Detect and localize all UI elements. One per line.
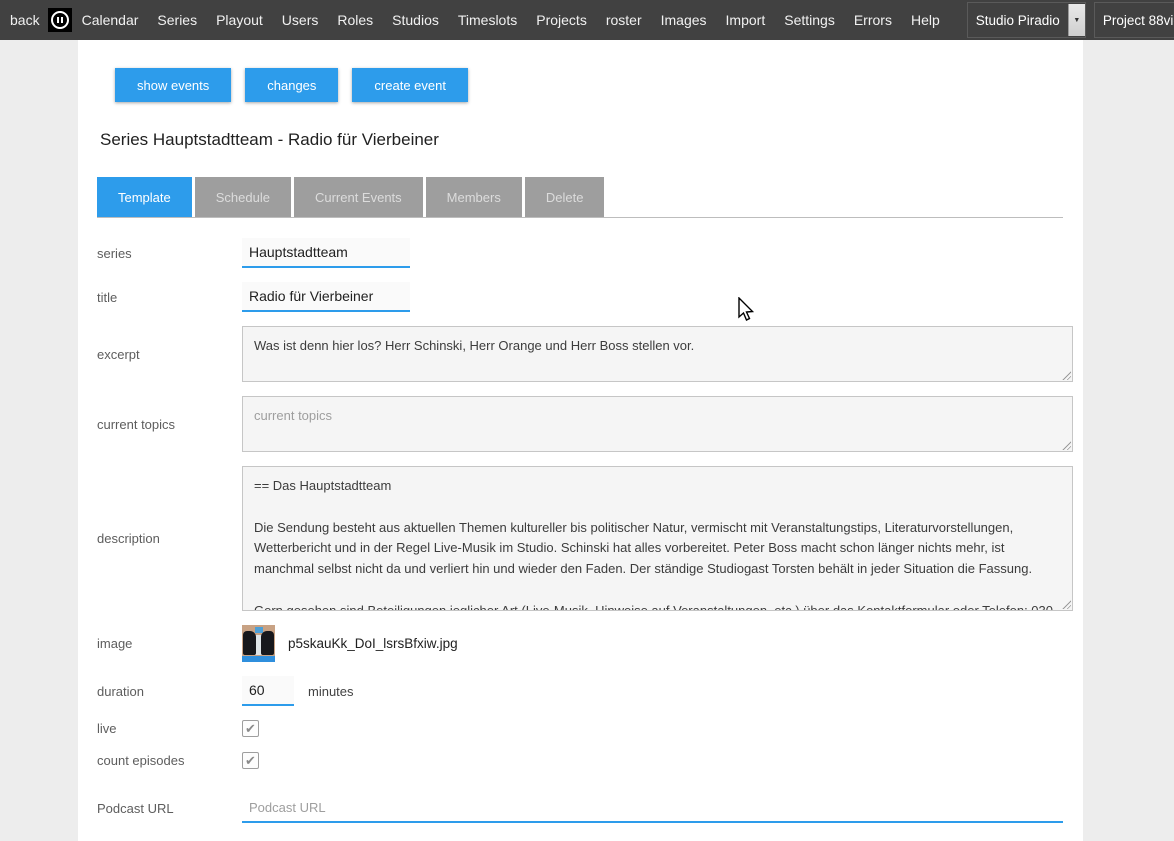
piradio-logo-icon[interactable] — [48, 8, 72, 32]
nav-item-settings[interactable]: Settings — [784, 12, 835, 28]
main-content: show events changes create event Series … — [78, 40, 1083, 841]
nav-item-playout[interactable]: Playout — [216, 12, 263, 28]
top-nav: back Calendar Series Playout Users Roles… — [0, 0, 1174, 40]
studio-select[interactable]: Studio Piradio ▼ — [967, 2, 1086, 38]
series-label: series — [97, 246, 242, 261]
create-event-button[interactable]: create event — [352, 68, 468, 102]
studio-select-value: Studio Piradio — [976, 13, 1060, 28]
current-topics-row: current topics — [97, 396, 1063, 452]
image-row: image p5skauKk_DoI_lsrsBfxiw.jpg — [97, 625, 1063, 662]
tab-bar: Template Schedule Current Events Members… — [97, 177, 1063, 218]
tab-schedule[interactable]: Schedule — [195, 177, 291, 217]
description-label: description — [97, 531, 242, 546]
duration-row: duration minutes — [97, 676, 1063, 706]
tab-delete[interactable]: Delete — [525, 177, 605, 217]
template-form: series title excerpt Was ist denn hier l… — [97, 238, 1063, 841]
nav-item-help[interactable]: Help — [911, 12, 940, 28]
image-label: image — [97, 636, 242, 651]
nav-item-series[interactable]: Series — [157, 12, 197, 28]
nav-item-users[interactable]: Users — [282, 12, 319, 28]
live-label: live — [97, 721, 242, 736]
live-row: live ✔ — [97, 720, 1063, 737]
podcast-url-row: Podcast URL — [97, 793, 1063, 823]
project-select[interactable]: Project 88vier ▼ — [1094, 2, 1174, 38]
nav-item-calendar[interactable]: Calendar — [82, 12, 139, 28]
excerpt-textarea[interactable]: Was ist denn hier los? Herr Schinski, He… — [242, 326, 1073, 382]
title-input[interactable] — [242, 282, 410, 312]
chevron-down-icon: ▼ — [1068, 4, 1085, 36]
count-episodes-row: count episodes ✔ — [97, 752, 1063, 769]
nav-item-roles[interactable]: Roles — [337, 12, 373, 28]
current-topics-textarea[interactable] — [242, 396, 1073, 452]
description-textarea[interactable]: == Das Hauptstadtteam Die Sendung besteh… — [242, 466, 1073, 611]
nav-item-roster[interactable]: roster — [606, 12, 642, 28]
nav-item-timeslots[interactable]: Timeslots — [458, 12, 517, 28]
nav-item-errors[interactable]: Errors — [854, 12, 892, 28]
nav-item-studios[interactable]: Studios — [392, 12, 439, 28]
tab-current-events[interactable]: Current Events — [294, 177, 423, 217]
tab-members[interactable]: Members — [426, 177, 522, 217]
count-episodes-checkbox[interactable]: ✔ — [242, 752, 259, 769]
live-checkbox[interactable]: ✔ — [242, 720, 259, 737]
changes-button[interactable]: changes — [245, 68, 338, 102]
image-filename: p5skauKk_DoI_lsrsBfxiw.jpg — [288, 636, 458, 651]
podcast-url-label: Podcast URL — [97, 801, 242, 816]
series-image-thumbnail[interactable] — [242, 625, 275, 662]
count-episodes-label: count episodes — [97, 753, 242, 768]
title-row: title — [97, 282, 1063, 312]
nav-back[interactable]: back — [10, 12, 40, 28]
show-events-button[interactable]: show events — [115, 68, 231, 102]
current-topics-label: current topics — [97, 417, 242, 432]
duration-unit-label: minutes — [308, 684, 354, 699]
pause-circle-icon — [51, 11, 69, 29]
description-row: description == Das Hauptstadtteam Die Se… — [97, 466, 1063, 611]
title-label: title — [97, 290, 242, 305]
nav-item-import[interactable]: Import — [726, 12, 766, 28]
series-input[interactable] — [242, 238, 410, 268]
project-select-value: Project 88vier — [1103, 13, 1174, 28]
duration-input[interactable] — [242, 676, 294, 706]
series-row: series — [97, 238, 1063, 268]
excerpt-row: excerpt Was ist denn hier los? Herr Schi… — [97, 326, 1063, 382]
page-title: Series Hauptstadtteam - Radio für Vierbe… — [100, 130, 1063, 150]
duration-label: duration — [97, 684, 242, 699]
podcast-url-input[interactable] — [242, 793, 1063, 823]
excerpt-label: excerpt — [97, 347, 242, 362]
nav-item-images[interactable]: Images — [661, 12, 707, 28]
nav-item-projects[interactable]: Projects — [536, 12, 587, 28]
toolbar: show events changes create event — [115, 68, 1063, 102]
tab-template[interactable]: Template — [97, 177, 192, 217]
